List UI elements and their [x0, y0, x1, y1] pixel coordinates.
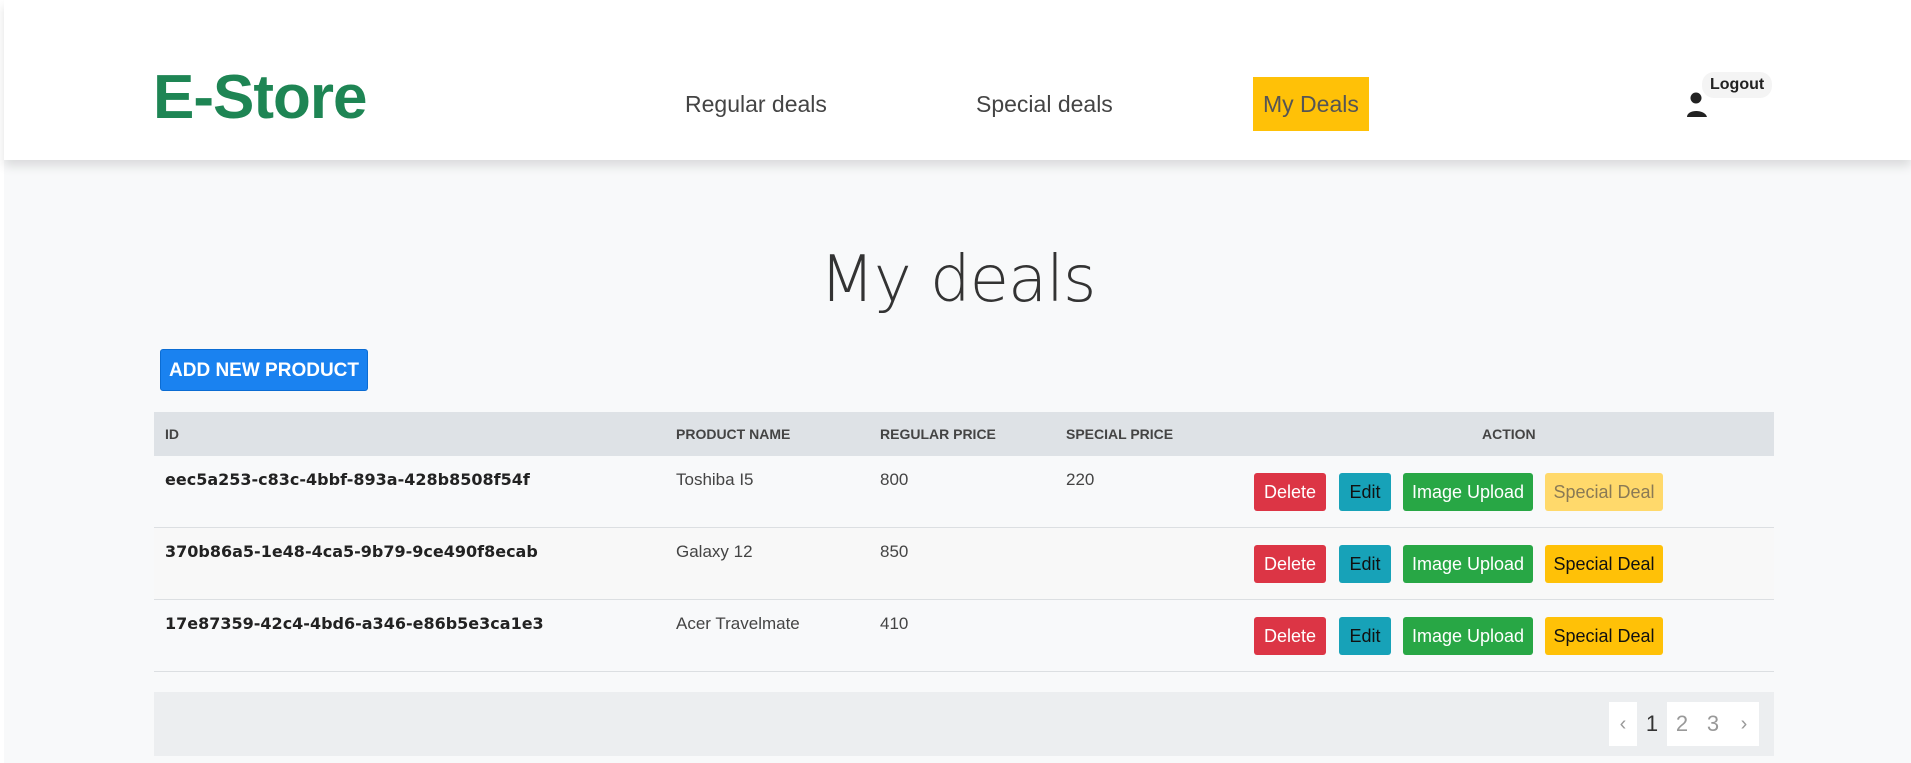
product-id: 370b86a5-1e48-4ca5-9b79-9ce490f8ecab [165, 542, 538, 561]
column-header-regular-price: REGULAR PRICE [880, 426, 996, 442]
table-header: ID PRODUCT NAME REGULAR PRICE SPECIAL PR… [154, 412, 1774, 456]
top-navbar: E-Store Regular deals Special deals My D… [4, 0, 1911, 160]
pagination-bar: ‹ 1 2 3 › [154, 692, 1774, 756]
logout-button[interactable]: Logout [1686, 72, 1776, 132]
main-content: My deals ADD NEW PRODUCT ID PRODUCT NAME… [4, 160, 1911, 763]
table-row: 370b86a5-1e48-4ca5-9b79-9ce490f8ecab Gal… [154, 528, 1774, 600]
delete-button[interactable]: Delete [1254, 617, 1326, 655]
page-title: My deals [819, 243, 1097, 317]
edit-button[interactable]: Edit [1339, 473, 1391, 511]
pagination-page-2[interactable]: 2 [1667, 702, 1697, 746]
table-row: eec5a253-c83c-4bbf-893a-428b8508f54f Tos… [154, 456, 1774, 528]
column-header-product-name: PRODUCT NAME [676, 426, 791, 442]
pagination-page-1[interactable]: 1 [1637, 702, 1667, 746]
special-deal-button[interactable]: Special Deal [1545, 545, 1663, 583]
product-name: Acer Travelmate [676, 614, 800, 633]
column-header-id: ID [165, 426, 179, 442]
pagination-next[interactable]: › [1729, 702, 1759, 746]
delete-button[interactable]: Delete [1254, 473, 1326, 511]
logout-label: Logout [1702, 72, 1773, 98]
deals-table: ID PRODUCT NAME REGULAR PRICE SPECIAL PR… [154, 412, 1774, 672]
nav-my-deals[interactable]: My Deals [1253, 77, 1369, 131]
brand-logo[interactable]: E-Store [153, 62, 367, 134]
column-header-special-price: SPECIAL PRICE [1066, 426, 1174, 442]
special-price: 220 [1066, 470, 1095, 489]
nav-special-deals[interactable]: Special deals [966, 77, 1123, 131]
product-id: 17e87359-42c4-4bd6-a346-e86b5e3ca1e3 [165, 614, 544, 633]
image-upload-button[interactable]: Image Upload [1403, 545, 1533, 583]
product-id: eec5a253-c83c-4bbf-893a-428b8508f54f [165, 470, 530, 489]
delete-button[interactable]: Delete [1254, 545, 1326, 583]
image-upload-button[interactable]: Image Upload [1403, 473, 1533, 511]
edit-button[interactable]: Edit [1339, 617, 1391, 655]
pagination-page-3[interactable]: 3 [1697, 702, 1729, 746]
special-deal-button[interactable]: Special Deal [1545, 473, 1663, 511]
pagination-prev[interactable]: ‹ [1609, 702, 1637, 746]
product-name: Galaxy 12 [676, 542, 753, 561]
regular-price: 800 [880, 470, 909, 489]
nav-regular-deals[interactable]: Regular deals [675, 77, 837, 131]
add-new-product-button[interactable]: ADD NEW PRODUCT [160, 349, 368, 391]
product-name: Toshiba I5 [676, 470, 754, 489]
regular-price: 410 [880, 614, 909, 633]
image-upload-button[interactable]: Image Upload [1403, 617, 1533, 655]
table-body: eec5a253-c83c-4bbf-893a-428b8508f54f Tos… [154, 456, 1774, 672]
regular-price: 850 [880, 542, 909, 561]
column-header-action: ACTION [1482, 426, 1536, 442]
special-deal-button[interactable]: Special Deal [1545, 617, 1663, 655]
table-row: 17e87359-42c4-4bd6-a346-e86b5e3ca1e3 Ace… [154, 600, 1774, 672]
edit-button[interactable]: Edit [1339, 545, 1391, 583]
